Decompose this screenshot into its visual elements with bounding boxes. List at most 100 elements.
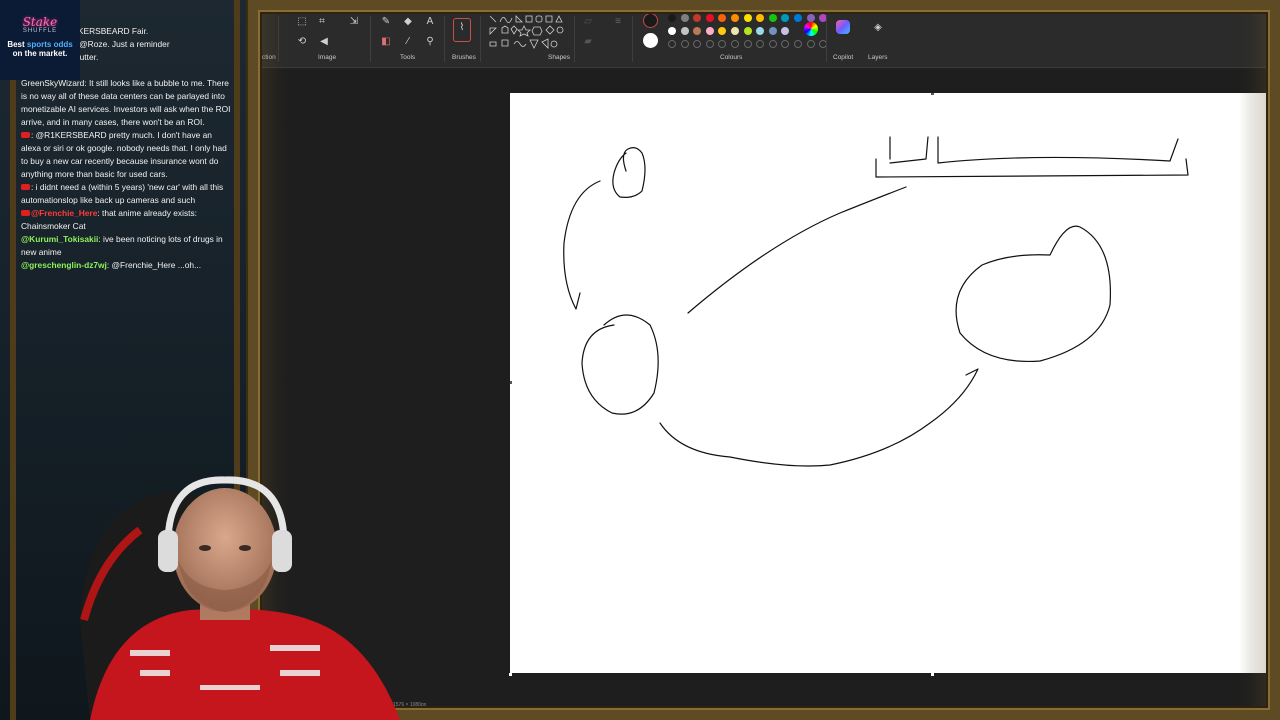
group-label-selection: ction xyxy=(262,54,276,61)
sponsor-tagline-highlight: sports odds xyxy=(26,40,73,49)
chat-message: GreenSkyWizard: It still looks like a bu… xyxy=(21,77,233,129)
rotate-icon[interactable]: ⟲ xyxy=(296,36,308,48)
color-swatch[interactable] xyxy=(794,14,802,22)
color-swatch[interactable] xyxy=(705,14,714,22)
chat-username[interactable]: @Frenchie_Here xyxy=(31,208,97,218)
ribbon-separator xyxy=(480,16,481,62)
custom-color-slot[interactable] xyxy=(794,40,802,48)
group-label-image: Image xyxy=(318,54,337,61)
edit-colors-icon[interactable] xyxy=(804,22,818,36)
eraser-icon[interactable]: ◧ xyxy=(380,36,392,48)
size-icon[interactable]: ≡ xyxy=(612,16,624,28)
webcam-feed xyxy=(70,470,400,720)
custom-color-slot[interactable] xyxy=(693,40,702,48)
group-label-tools: Tools xyxy=(400,54,416,61)
color-swatch[interactable] xyxy=(705,27,714,35)
custom-color-slot[interactable] xyxy=(731,40,739,48)
chat-text: : @Frenchie_Here ...oh... xyxy=(106,260,202,270)
canvas-resize-handle[interactable] xyxy=(1264,382,1267,385)
copilot-icon[interactable] xyxy=(836,20,850,34)
custom-color-slot[interactable] xyxy=(781,40,790,48)
custom-color-slot[interactable] xyxy=(768,40,777,48)
sponsor-banner[interactable]: Stake SHUFFLE Best sports odds on the ma… xyxy=(0,0,80,80)
chat-text: : @R1KERSBEARD pretty much. I don't have… xyxy=(21,130,227,179)
color-swatch[interactable] xyxy=(743,27,752,35)
magnifier-icon[interactable]: ⚲ xyxy=(424,36,436,48)
sponsor-tagline-prefix: Best xyxy=(7,40,25,49)
color-swatch[interactable] xyxy=(718,14,727,22)
drawing-canvas[interactable] xyxy=(510,93,1266,673)
color-swatch[interactable] xyxy=(668,27,676,35)
color-swatch[interactable] xyxy=(731,27,739,35)
color-swatch[interactable] xyxy=(680,27,689,35)
group-label-copilot: Copilot xyxy=(833,54,854,61)
text-icon[interactable]: A xyxy=(424,16,436,28)
color-picker-icon[interactable]: ⁄ xyxy=(402,36,414,48)
color-swatch[interactable] xyxy=(768,27,777,35)
color-swatch[interactable] xyxy=(756,14,765,22)
canvas-resize-handle[interactable] xyxy=(931,673,934,676)
fill-icon[interactable]: ◆ xyxy=(402,16,414,28)
youtube-icon xyxy=(21,132,30,138)
color-swatch[interactable] xyxy=(781,27,790,35)
ribbon-separator xyxy=(278,16,279,62)
chat-username[interactable]: @Kurumi_Tokisakii xyxy=(21,234,98,244)
color-swatch[interactable] xyxy=(693,14,702,22)
color-swatch[interactable] xyxy=(743,14,752,22)
group-label-brushes: Brushes xyxy=(452,54,476,61)
secondary-color[interactable] xyxy=(643,33,658,48)
outline-icon[interactable]: ▱ xyxy=(582,16,594,28)
flip-icon[interactable]: ◀ xyxy=(318,36,330,48)
ribbon-separator xyxy=(826,16,827,62)
eye xyxy=(199,545,211,551)
chat-message: : @R1KERSBEARD pretty much. I don't have… xyxy=(21,129,233,181)
shape-fill-icon[interactable]: ▰ xyxy=(582,36,594,48)
youtube-icon xyxy=(21,184,30,190)
sponsor-brand: Stake xyxy=(22,15,58,29)
custom-color-slot[interactable] xyxy=(705,40,714,48)
color-swatch[interactable] xyxy=(693,27,702,35)
custom-color-slot[interactable] xyxy=(680,40,689,48)
sweater-pattern xyxy=(200,685,260,690)
color-swatch[interactable] xyxy=(756,27,765,35)
custom-color-slot[interactable] xyxy=(756,40,765,48)
shapes-gallery[interactable] xyxy=(488,14,574,50)
primary-color[interactable] xyxy=(643,13,658,28)
layers-icon[interactable]: ◈ xyxy=(872,22,884,34)
color-swatch[interactable] xyxy=(768,14,777,22)
chat-username[interactable]: @greschenglin-dz7wj xyxy=(21,260,107,270)
crop-icon[interactable]: ⌗ xyxy=(316,16,328,28)
sketch-stroke xyxy=(955,225,1112,363)
ribbon-separator xyxy=(574,16,575,62)
sketch-stroke xyxy=(687,186,907,314)
pencil-icon[interactable]: ✎ xyxy=(380,16,392,28)
headphone-cup xyxy=(158,530,178,572)
sketch-stroke xyxy=(563,180,601,310)
resize-icon[interactable]: ⇲ xyxy=(348,16,360,28)
sketch-stroke xyxy=(875,136,1189,178)
canvas-area: 1576 × 1080px xyxy=(258,69,1270,710)
canvas-resize-handle xyxy=(931,93,934,95)
brush-icon: ⌇ xyxy=(459,22,465,33)
headphone-cup xyxy=(272,530,292,572)
color-swatch[interactable] xyxy=(781,14,790,22)
ribbon-separator xyxy=(370,16,371,62)
custom-color-slot[interactable] xyxy=(806,40,815,48)
color-swatch[interactable] xyxy=(718,27,727,35)
custom-color-slot[interactable] xyxy=(718,40,727,48)
selection-icon[interactable]: ⬚ xyxy=(296,16,308,28)
custom-color-slot[interactable] xyxy=(743,40,752,48)
custom-color-slot[interactable] xyxy=(668,40,676,48)
sweater-pattern xyxy=(140,670,170,676)
stream-scene: : we* not sein-dz7wj: @R1KERSBEARD Fair.… xyxy=(0,0,1280,720)
color-swatch[interactable] xyxy=(806,14,815,22)
ribbon-separator xyxy=(444,16,445,62)
color-swatch[interactable] xyxy=(731,14,739,22)
canvas-resize-handle[interactable] xyxy=(509,673,512,676)
color-swatch[interactable] xyxy=(668,14,676,22)
chat-text: : i didnt need a (within 5 years) 'new c… xyxy=(21,182,224,205)
color-swatch[interactable] xyxy=(680,14,689,22)
group-label-colours: Colours xyxy=(720,54,743,61)
canvas-sketch xyxy=(510,93,1189,467)
sketch-stroke xyxy=(581,314,659,415)
